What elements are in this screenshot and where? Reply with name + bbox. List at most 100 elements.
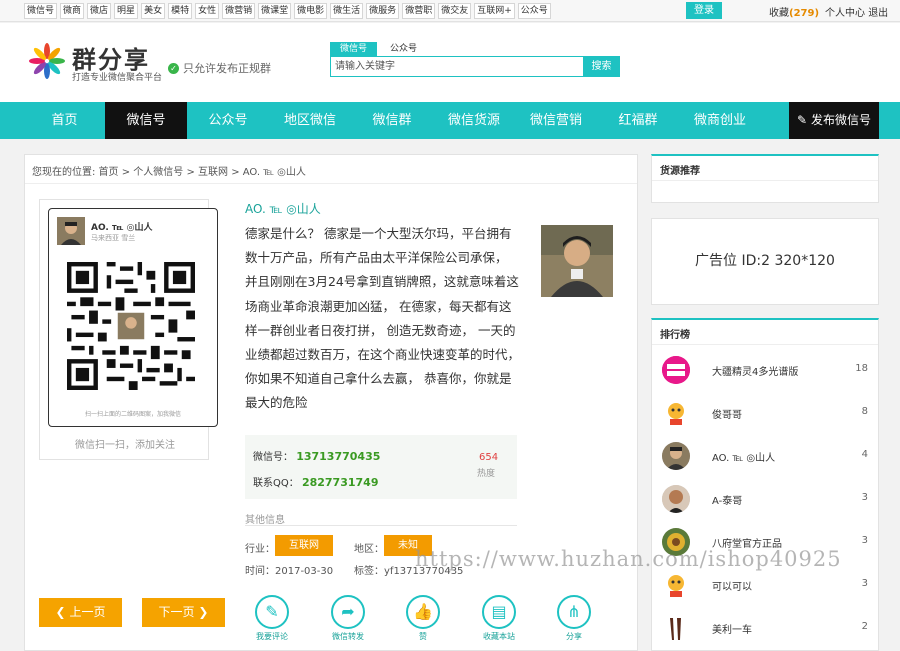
wechat-row: 微信号： 13713770435	[253, 448, 380, 463]
nav-region[interactable]: 地区微信	[269, 102, 351, 139]
item-description: 德家是什么？ 德家是一个大型沃尔玛，平台拥有数十万产品，所有产品由太平洋保险公司…	[245, 226, 521, 411]
prev-label: 上一页	[69, 605, 106, 619]
chevron-left-icon: ❮	[55, 605, 66, 619]
prev-page-button[interactable]: ❮ 上一页	[39, 598, 122, 627]
top-link[interactable]: 女性	[195, 3, 220, 19]
top-link[interactable]: 微交友	[438, 3, 472, 19]
top-link[interactable]: 美女	[141, 3, 166, 19]
rank-count: 2	[861, 621, 868, 632]
nav-business[interactable]: 微商创业	[679, 102, 761, 139]
folder-icon: ▤	[482, 595, 516, 629]
top-link[interactable]: 微生活	[330, 3, 364, 19]
qq-number[interactable]: 2827731749	[302, 476, 379, 489]
rank-name: 美利一车	[712, 625, 752, 636]
wechat-id[interactable]: 13713770435	[296, 450, 380, 463]
wechat-label: 微信号：	[253, 452, 293, 463]
time-value: 2017-03-30	[275, 566, 334, 577]
logout-link[interactable]: 退出	[868, 8, 888, 19]
top-link[interactable]: 公众号	[517, 3, 551, 19]
rank-item[interactable]: 可以可以 3	[652, 565, 878, 607]
supply-title: 货源推荐	[660, 166, 700, 177]
rank-count: 3	[861, 535, 868, 546]
share-button[interactable]: ⋔ 分享	[544, 595, 604, 642]
region-label: 地区：	[354, 544, 384, 555]
nav-group[interactable]: 微信群	[351, 102, 433, 139]
user-links: 个人中心 退出	[825, 4, 888, 19]
bookmark-label: 收藏本站	[483, 632, 515, 641]
top-link[interactable]: 微店	[87, 3, 112, 19]
top-link[interactable]: 互联网+	[474, 3, 515, 19]
comment-button[interactable]: ✎ 我要评论	[242, 595, 302, 642]
avatar	[662, 614, 690, 642]
qr-caption: 微信扫一扫，添加关注	[75, 440, 175, 451]
search-tab-wechat[interactable]: 微信号	[330, 42, 378, 56]
comment-label: 我要评论	[256, 632, 288, 641]
top-link[interactable]: 微营销	[222, 3, 256, 19]
rank-box: 排行榜 大疆精灵4多光谱版 18 俊哥哥 8 AO. ℡ ◎山人 4 A-泰哥 …	[651, 318, 879, 651]
search-button[interactable]: 搜索	[583, 56, 620, 77]
login-button[interactable]: 登录	[686, 2, 722, 19]
rank-name: 可以可以	[712, 582, 752, 593]
top-link[interactable]: 模特	[168, 3, 193, 19]
edit-icon: ✎	[255, 595, 289, 629]
search-input[interactable]: 请输入关键字	[330, 56, 584, 77]
nav-supply[interactable]: 微信货源	[433, 102, 515, 139]
top-bar: 微信号 微商 微店 明星 美女 模特 女性 微营销 微课堂 微电影 微生活 微服…	[0, 0, 900, 22]
nav-red-group[interactable]: 红福群	[597, 102, 679, 139]
chevron-right-icon: ❯	[198, 605, 209, 619]
rank-count: 18	[855, 363, 868, 374]
rank-item[interactable]: A-泰哥 3	[652, 479, 878, 521]
avatar	[662, 356, 690, 384]
rank-title: 排行榜	[660, 330, 690, 341]
verify-text: 只允许发布正规群	[183, 62, 271, 75]
search-tab-official[interactable]: 公众号	[380, 42, 427, 56]
nav-home[interactable]: 首页	[24, 102, 105, 139]
top-link[interactable]: 明星	[114, 3, 139, 19]
pencil-icon: ✎	[797, 113, 808, 127]
user-center-link[interactable]: 个人中心	[825, 8, 865, 19]
next-page-button[interactable]: 下一页 ❯	[142, 598, 225, 627]
item-photo	[541, 225, 613, 297]
rank-count: 3	[861, 492, 868, 503]
top-link[interactable]: 微商	[60, 3, 85, 19]
main-content: 您现在的位置: 首页 > 个人微信号 > 互联网 > AO. ℡ ◎山人 AO.…	[24, 154, 638, 651]
other-info-title: 其他信息	[245, 515, 285, 526]
forward-button[interactable]: ➦ 微信转发	[318, 595, 378, 642]
nav-official[interactable]: 公众号	[187, 102, 269, 139]
supply-box: 货源推荐	[651, 154, 879, 203]
hits-label: 热度	[477, 469, 496, 479]
divider	[25, 183, 637, 184]
rank-item[interactable]: AO. ℡ ◎山人 4	[652, 436, 878, 478]
top-link[interactable]: 微信号	[24, 3, 58, 19]
bookmark-button[interactable]: ▤ 收藏本站	[469, 595, 529, 642]
top-link[interactable]: 微课堂	[258, 3, 292, 19]
nav-marketing[interactable]: 微信营销	[515, 102, 597, 139]
divider	[652, 180, 878, 181]
verify-notice: ✓ 只允许发布正规群	[168, 60, 271, 76]
logo-icon	[29, 43, 65, 79]
rank-item[interactable]: 大疆精灵4多光谱版 18	[652, 350, 878, 392]
favorites-link[interactable]: 收藏(279)	[769, 4, 819, 19]
industry-label: 行业：	[245, 544, 275, 555]
time-label: 时间：	[245, 566, 275, 577]
contact-box: 微信号： 13713770435 联系QQ： 2827731749 654 热度	[245, 435, 517, 499]
forward-label: 微信转发	[332, 632, 364, 641]
rank-name: 俊哥哥	[712, 410, 742, 421]
rank-count: 3	[861, 578, 868, 589]
top-link[interactable]: 微服务	[366, 3, 400, 19]
qq-row: 联系QQ： 2827731749	[253, 474, 378, 489]
avatar	[57, 217, 85, 245]
like-button[interactable]: 👍 赞	[393, 595, 453, 642]
ad-slot[interactable]: 广告位 ID:2 320*120	[651, 218, 879, 305]
check-icon: ✓	[168, 62, 179, 74]
top-link[interactable]: 微营职	[402, 3, 436, 19]
top-link[interactable]: 微电影	[294, 3, 328, 19]
publish-button[interactable]: ✎ 发布微信号	[789, 102, 879, 139]
avatar	[662, 442, 690, 470]
like-label: 赞	[419, 632, 427, 641]
industry-tag[interactable]: 互联网	[275, 535, 333, 556]
rank-item[interactable]: 美利一车 2	[652, 608, 878, 650]
rank-item[interactable]: 俊哥哥 8	[652, 393, 878, 435]
nav-wechat[interactable]: 微信号	[105, 102, 187, 139]
qr-code	[67, 262, 195, 390]
